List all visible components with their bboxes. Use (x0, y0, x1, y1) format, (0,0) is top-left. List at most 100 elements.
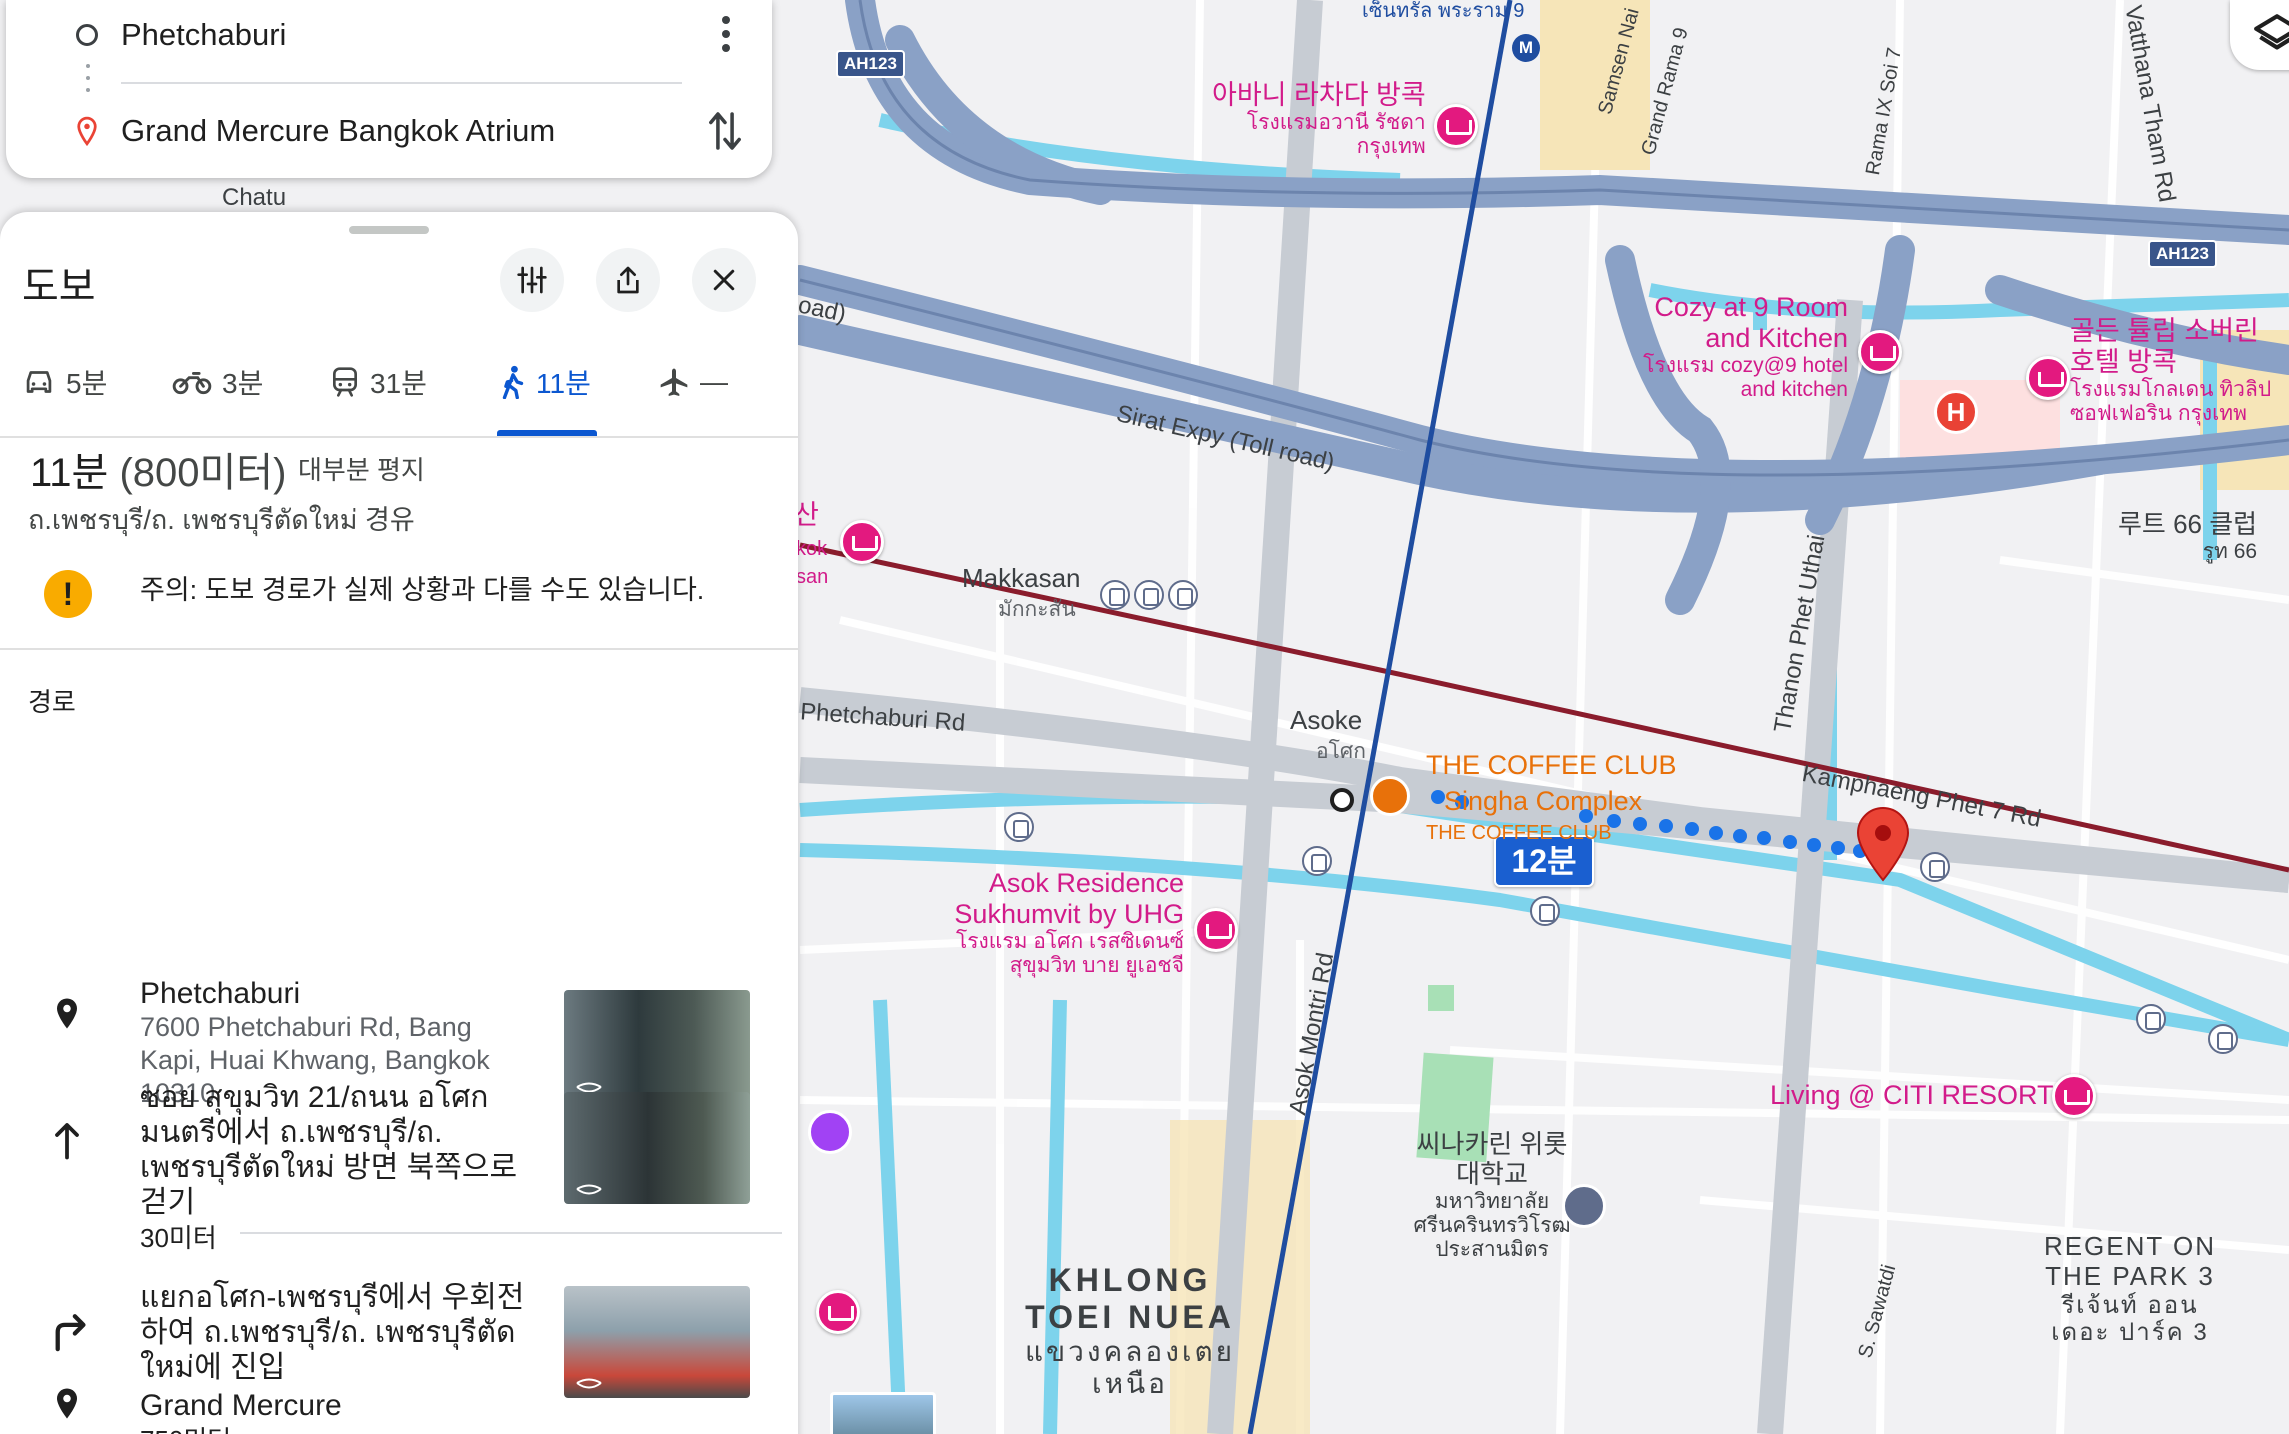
hotel-pin-icon[interactable] (2026, 356, 2070, 400)
tab-car-label: 5분 (66, 368, 108, 399)
street-view-thumbnail[interactable] (564, 1286, 750, 1398)
poi-tulip-sub: โรงแรมโกลเดน ทิวลิป ซอฟเฟอริน กรุงเทพ (2070, 378, 2272, 426)
bus-stop-icon[interactable] (1920, 852, 1950, 882)
tab-flight[interactable]: — (658, 362, 728, 402)
hotel-pin-icon[interactable] (1434, 104, 1478, 148)
district-khlong-name: KHLONG TOEI NUEA (1025, 1262, 1235, 1335)
poi-regent-name: REGENT ON THE PARK 3 (2043, 1231, 2217, 1291)
origin-input[interactable]: Phetchaburi (121, 17, 286, 53)
poi-swu-name: 씨나카린 위롯 대학교 (1416, 1129, 1568, 1189)
directions-panel: 도보 5분 3분 31분 11분 — 11분 (800미터) 대부분 평지 ถ.… (0, 212, 798, 1434)
car-icon (26, 371, 52, 393)
bus-stop-icon[interactable] (1004, 812, 1034, 842)
poi-avani-label[interactable]: 아바니 라차다 방콕 โรงแรมอวานี รัชดา กรุงเทพ (1212, 80, 1426, 159)
step-distance: 30미터 (140, 1223, 217, 1253)
poi-tulip-name: 골든 튤립 소버린 호텔 방콕 (2070, 316, 2259, 378)
poi-asok-res-name: Asok Residence Sukhumvit by UHG (954, 868, 1184, 930)
route-via: ถ.เพชรบุรี/ถ. เพชรบุรีตัดใหม่ 경유 (28, 505, 415, 535)
street-photo-thumbnail[interactable] (830, 1392, 936, 1434)
route-distance: (800미터) (119, 451, 287, 495)
airplane-icon (660, 368, 688, 396)
poi-avani-name: 아바니 라차다 방콕 (1212, 80, 1426, 110)
road-label-chatu: Chatu (222, 184, 287, 211)
metro-m-icon[interactable]: M (1512, 34, 1540, 62)
drag-handle[interactable] (349, 226, 429, 234)
hotel-pin-icon[interactable] (816, 1290, 860, 1334)
poi-route66-label[interactable]: 루트 66 클럽 รูท 66 (2118, 509, 2258, 564)
hospital-icon[interactable]: H (1934, 390, 1978, 434)
poi-asok-res-sub: โรงแรม อโศก เรสซิเดนซ์ สุขุมวิท บาย ยูเอ… (955, 930, 1184, 978)
directions-search-card: Phetchaburi Grand Mercure Bangkok Atrium (6, 0, 772, 178)
travel-mode-tabs: 5분 3분 31분 11분 — (0, 342, 798, 438)
poi-cozy-sub: โรงแรม cozy@9 hotel and kitchen (1643, 354, 1848, 402)
route-duration: 11분 (30, 451, 109, 495)
poi-regent-sub: รีเจ้นท์ ออน เดอะ ปาร์ค 3 (2051, 1291, 2209, 1347)
bus-stop-icon[interactable] (1168, 580, 1198, 610)
destination-row[interactable]: Grand Mercure Bangkok Atrium (6, 96, 772, 166)
poi-tulip-label[interactable]: 골든 튤립 소버린 호텔 방콕 โรงแรมโกลเดน ทิวลิป ซอฟเ… (2070, 316, 2286, 426)
poi-regent-label[interactable]: REGENT ON THE PARK 3 รีเจ้นท์ ออน เดอะ ป… (2040, 1231, 2220, 1347)
more-options-icon[interactable] (722, 16, 732, 56)
tab-motorcycle[interactable]: 3분 (172, 362, 263, 402)
district-khlong-label: KHLONG TOEI NUEA แขวงคลองเตย เหนือ (1010, 1262, 1250, 1400)
poi-singha-label[interactable]: Singha Complex (1444, 786, 1642, 817)
turn-right-icon (55, 1314, 86, 1352)
bus-stop-icon[interactable] (2208, 1024, 2238, 1054)
station-makkasan-label[interactable]: Makkasan (962, 563, 1081, 594)
poi-left-partial-3: san (796, 566, 829, 588)
hotel-pin-icon[interactable] (2052, 1074, 2096, 1118)
school-pin-icon[interactable] (1562, 1184, 1606, 1228)
metro-icon[interactable] (1134, 580, 1164, 610)
arrow-up-icon (55, 1123, 79, 1160)
origin-circle-icon (76, 24, 98, 46)
cafe-pin-icon[interactable] (1370, 776, 1410, 816)
religious-pin-icon[interactable] (808, 1110, 852, 1154)
tab-motorcycle-label: 3분 (222, 368, 264, 399)
hotel-pin-icon[interactable] (1194, 908, 1238, 952)
walk-icon (502, 365, 524, 399)
route-summary-time: 11분 (800미터) (30, 440, 286, 498)
tab-transit-label: 31분 (370, 368, 427, 399)
warning-icon: ! (44, 570, 92, 618)
step-title: Grand Mercure (140, 1389, 342, 1422)
close-button[interactable] (692, 248, 756, 312)
route-terrain: 대부분 평지 (298, 455, 425, 485)
step-title: ซอย สุขุมวิท 21/ถนน อโศก มนตรี에서 ถ.เพชรบ… (140, 1081, 518, 1219)
swap-icon[interactable] (708, 108, 742, 154)
train-icon[interactable] (1100, 580, 1130, 610)
poi-coffee-label[interactable]: THE COFFEE CLUB (1426, 750, 1677, 781)
bus-stop-icon[interactable] (1302, 846, 1332, 876)
highway-shield-ah123-a: AH123 (836, 50, 905, 78)
destination-input[interactable]: Grand Mercure Bangkok Atrium (121, 113, 555, 149)
options-button[interactable] (500, 248, 564, 312)
poi-asok-res-label[interactable]: Asok Residence Sukhumvit by UHG โรงแรม อ… (940, 868, 1184, 978)
station-asoke-th-label: อโศก (1316, 740, 1366, 763)
poi-swu-label[interactable]: 씨나카린 위롯 대학교 มหาวิทยาลัย ศรีนครินทรวิโรฒ … (1412, 1129, 1572, 1262)
station-makkasan-th-label: มักกะสัน (998, 598, 1076, 621)
destination-pin-icon (77, 116, 97, 146)
poi-left-partial-2: kok (796, 538, 828, 560)
tab-transit[interactable]: 31분 (330, 362, 427, 402)
hotel-pin-icon[interactable] (1858, 330, 1902, 374)
poi-living-label[interactable]: Living @ CITI RESORT (1770, 1080, 2053, 1111)
poi-cozy-label[interactable]: Cozy at 9 Room and Kitchen โรงแรม cozy@9… (1620, 292, 1848, 402)
share-button[interactable] (596, 248, 660, 312)
bus-stop-icon[interactable] (1530, 896, 1560, 926)
search-divider (121, 82, 682, 84)
street-view-thumbnail[interactable] (564, 1092, 750, 1204)
street-view-thumbnail[interactable] (564, 990, 750, 1102)
hotel-pin-icon[interactable] (840, 520, 884, 564)
place-pin-icon (57, 1388, 77, 1419)
tab-car[interactable]: 5분 (22, 362, 107, 402)
station-asoke-label[interactable]: Asoke (1290, 705, 1362, 736)
layers-button[interactable] (2230, 0, 2289, 70)
district-khlong-sub: แขวงคลองเตย เหนือ (1024, 1335, 1236, 1399)
poi-coffee-sub-label: THE COFFEE CLUB (1426, 822, 1612, 844)
motorcycle-icon (172, 372, 212, 395)
close-icon (713, 269, 735, 291)
bus-stop-icon[interactable] (2136, 1004, 2166, 1034)
origin-row[interactable]: Phetchaburi (6, 0, 772, 70)
tab-walk[interactable]: 11분 (500, 362, 591, 402)
step-title: Phetchaburi (140, 977, 301, 1010)
poi-route66-sub: รูท 66 (2202, 539, 2258, 563)
